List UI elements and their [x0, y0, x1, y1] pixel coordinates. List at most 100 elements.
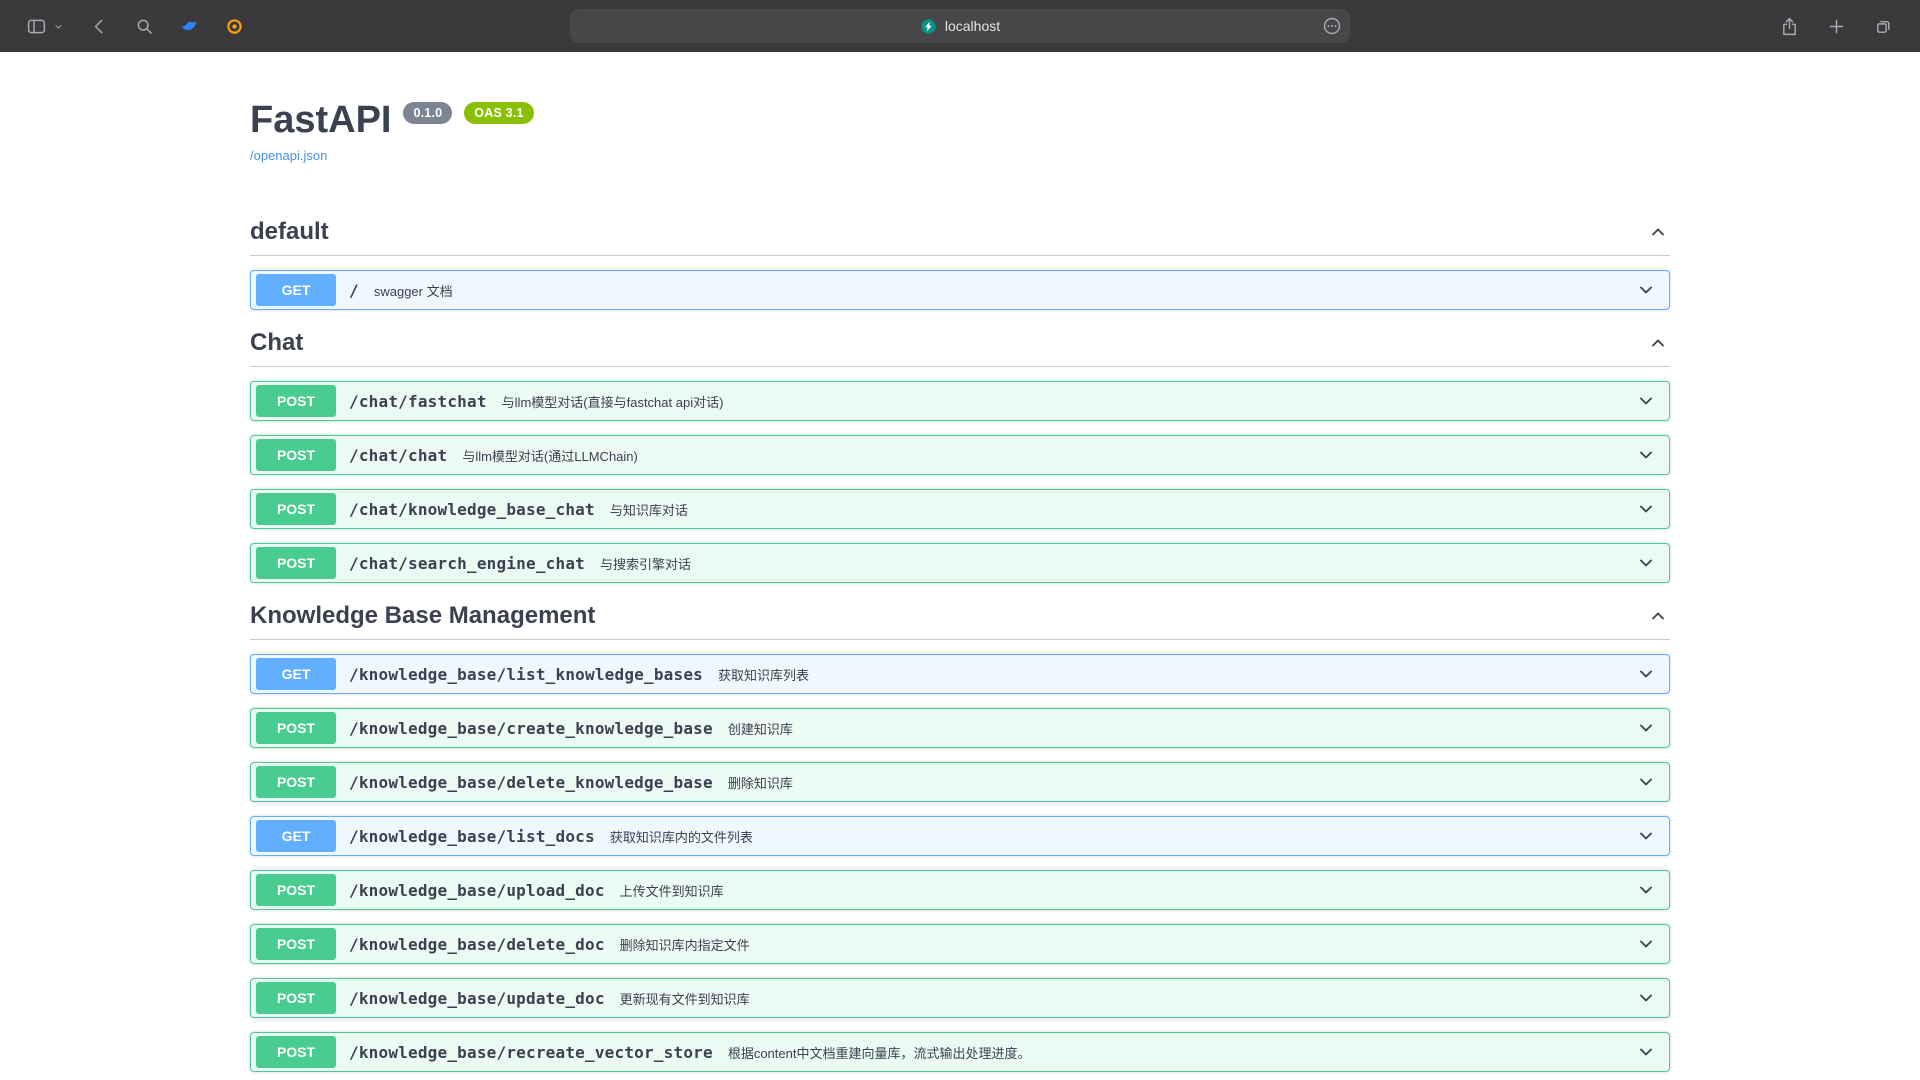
extensions-ellipsis-icon[interactable] — [1322, 16, 1342, 36]
sidebar-toggle-group — [26, 16, 65, 37]
operation-path: /knowledge_base/update_doc — [349, 989, 605, 1008]
operation-path: /knowledge_base/delete_doc — [349, 935, 605, 954]
new-tab-icon[interactable] — [1826, 16, 1847, 37]
sidebar-toggle-icon[interactable] — [26, 16, 47, 37]
browser-toolbar: localhost — [0, 0, 1920, 52]
swagger-page: FastAPI 0.1.0 OAS 3.1 /openapi.json defa… — [0, 52, 1920, 1072]
record-ring-icon[interactable] — [224, 16, 245, 37]
operation-path: /chat/search_engine_chat — [349, 554, 585, 573]
operation-path: /knowledge_base/create_knowledge_base — [349, 719, 713, 738]
operation-row[interactable]: POST /knowledge_base/update_doc 更新现有文件到知… — [250, 978, 1670, 1018]
operation-description: 更新现有文件到知识库 — [620, 989, 750, 1008]
expand-chevron-icon[interactable] — [1636, 445, 1656, 465]
expand-chevron-icon[interactable] — [1636, 988, 1656, 1008]
section-title: Knowledge Base Management — [250, 601, 595, 631]
operation-row[interactable]: POST /knowledge_base/create_knowledge_ba… — [250, 708, 1670, 748]
operation-row[interactable]: POST /knowledge_base/recreate_vector_sto… — [250, 1032, 1670, 1072]
expand-chevron-icon[interactable] — [1636, 280, 1656, 300]
section-collapse-icon[interactable] — [1648, 222, 1668, 242]
operation-path: /chat/fastchat — [349, 392, 487, 411]
oas-badge: OAS 3.1 — [464, 102, 533, 124]
section-body: GET / swagger 文档 — [250, 256, 1670, 310]
operation-description: 根据content中文档重建向量库，流式输出处理进度。 — [728, 1043, 1031, 1062]
operation-path: /chat/knowledge_base_chat — [349, 500, 595, 519]
operation-description: swagger 文档 — [374, 281, 453, 300]
method-badge: POST — [256, 874, 336, 906]
method-badge: POST — [256, 712, 336, 744]
url-text: localhost — [945, 18, 1000, 34]
share-icon[interactable] — [1779, 16, 1800, 37]
section-collapse-icon[interactable] — [1648, 333, 1668, 353]
sidebar-chevron-down-icon[interactable] — [52, 20, 65, 33]
method-badge: POST — [256, 766, 336, 798]
operation-row[interactable]: POST /chat/fastchat 与llm模型对话(直接与fastchat… — [250, 381, 1670, 421]
section-collapse-icon[interactable] — [1648, 606, 1668, 626]
method-badge: GET — [256, 274, 336, 306]
address-bar[interactable]: localhost — [570, 9, 1350, 43]
operation-path: /chat/chat — [349, 446, 447, 465]
section-body: GET /knowledge_base/list_knowledge_bases… — [250, 640, 1670, 1072]
openapi-spec-link[interactable]: /openapi.json — [250, 148, 327, 164]
version-badge: 0.1.0 — [403, 102, 452, 124]
site-favicon — [920, 18, 937, 35]
operation-row[interactable]: POST /chat/search_engine_chat 与搜索引擎对话 — [250, 543, 1670, 583]
operation-description: 删除知识库内指定文件 — [620, 935, 750, 954]
expand-chevron-icon[interactable] — [1636, 718, 1656, 738]
search-icon[interactable] — [134, 16, 155, 37]
extension-icon-blue[interactable] — [179, 16, 200, 37]
expand-chevron-icon[interactable] — [1636, 553, 1656, 573]
operation-row[interactable]: GET /knowledge_base/list_knowledge_bases… — [250, 654, 1670, 694]
operation-row[interactable]: GET /knowledge_base/list_docs 获取知识库内的文件列… — [250, 816, 1670, 856]
expand-chevron-icon[interactable] — [1636, 826, 1656, 846]
method-badge: POST — [256, 982, 336, 1014]
sections: default GET / swagger 文档 Chat POST /chat… — [250, 217, 1670, 1072]
api-section: Chat POST /chat/fastchat 与llm模型对话(直接与fas… — [250, 328, 1670, 583]
method-badge: GET — [256, 658, 336, 690]
operation-row[interactable]: POST /knowledge_base/delete_doc 删除知识库内指定… — [250, 924, 1670, 964]
expand-chevron-icon[interactable] — [1636, 391, 1656, 411]
expand-chevron-icon[interactable] — [1636, 1042, 1656, 1062]
toolbar-right-group — [1779, 0, 1894, 52]
method-badge: POST — [256, 1036, 336, 1068]
operation-description: 上传文件到知识库 — [620, 881, 724, 900]
operation-path: /knowledge_base/delete_knowledge_base — [349, 773, 713, 792]
section-title: default — [250, 217, 329, 247]
method-badge: POST — [256, 439, 336, 471]
operation-description: 与知识库对话 — [610, 500, 688, 519]
section-header[interactable]: default — [250, 217, 1670, 256]
operation-description: 删除知识库 — [728, 773, 793, 792]
api-info: FastAPI 0.1.0 OAS 3.1 /openapi.json — [250, 52, 1670, 165]
operation-row[interactable]: GET / swagger 文档 — [250, 270, 1670, 310]
expand-chevron-icon[interactable] — [1636, 934, 1656, 954]
method-badge: GET — [256, 820, 336, 852]
operation-row[interactable]: POST /chat/knowledge_base_chat 与知识库对话 — [250, 489, 1670, 529]
api-section: default GET / swagger 文档 — [250, 217, 1670, 310]
back-icon[interactable] — [89, 16, 110, 37]
operation-description: 与llm模型对话(通过LLMChain) — [462, 446, 638, 465]
section-title: Chat — [250, 328, 303, 358]
expand-chevron-icon[interactable] — [1636, 772, 1656, 792]
method-badge: POST — [256, 385, 336, 417]
operation-path: /knowledge_base/recreate_vector_store — [349, 1043, 713, 1062]
page-title: FastAPI — [250, 98, 391, 142]
operation-path: /knowledge_base/upload_doc — [349, 881, 605, 900]
operation-row[interactable]: POST /knowledge_base/delete_knowledge_ba… — [250, 762, 1670, 802]
operation-description: 获取知识库内的文件列表 — [610, 827, 753, 846]
expand-chevron-icon[interactable] — [1636, 499, 1656, 519]
tab-overview-icon[interactable] — [1873, 16, 1894, 37]
method-badge: POST — [256, 928, 336, 960]
operation-description: 获取知识库列表 — [718, 665, 809, 684]
toolbar-left-group — [26, 0, 245, 52]
operation-row[interactable]: POST /chat/chat 与llm模型对话(通过LLMChain) — [250, 435, 1670, 475]
api-section: Knowledge Base Management GET /knowledge… — [250, 601, 1670, 1072]
title-row: FastAPI 0.1.0 OAS 3.1 — [250, 98, 1670, 142]
section-header[interactable]: Chat — [250, 328, 1670, 367]
operation-description: 与搜索引擎对话 — [600, 554, 691, 573]
section-body: POST /chat/fastchat 与llm模型对话(直接与fastchat… — [250, 367, 1670, 583]
operation-row[interactable]: POST /knowledge_base/upload_doc 上传文件到知识库 — [250, 870, 1670, 910]
expand-chevron-icon[interactable] — [1636, 880, 1656, 900]
operation-description: 创建知识库 — [728, 719, 793, 738]
method-badge: POST — [256, 547, 336, 579]
expand-chevron-icon[interactable] — [1636, 664, 1656, 684]
section-header[interactable]: Knowledge Base Management — [250, 601, 1670, 640]
